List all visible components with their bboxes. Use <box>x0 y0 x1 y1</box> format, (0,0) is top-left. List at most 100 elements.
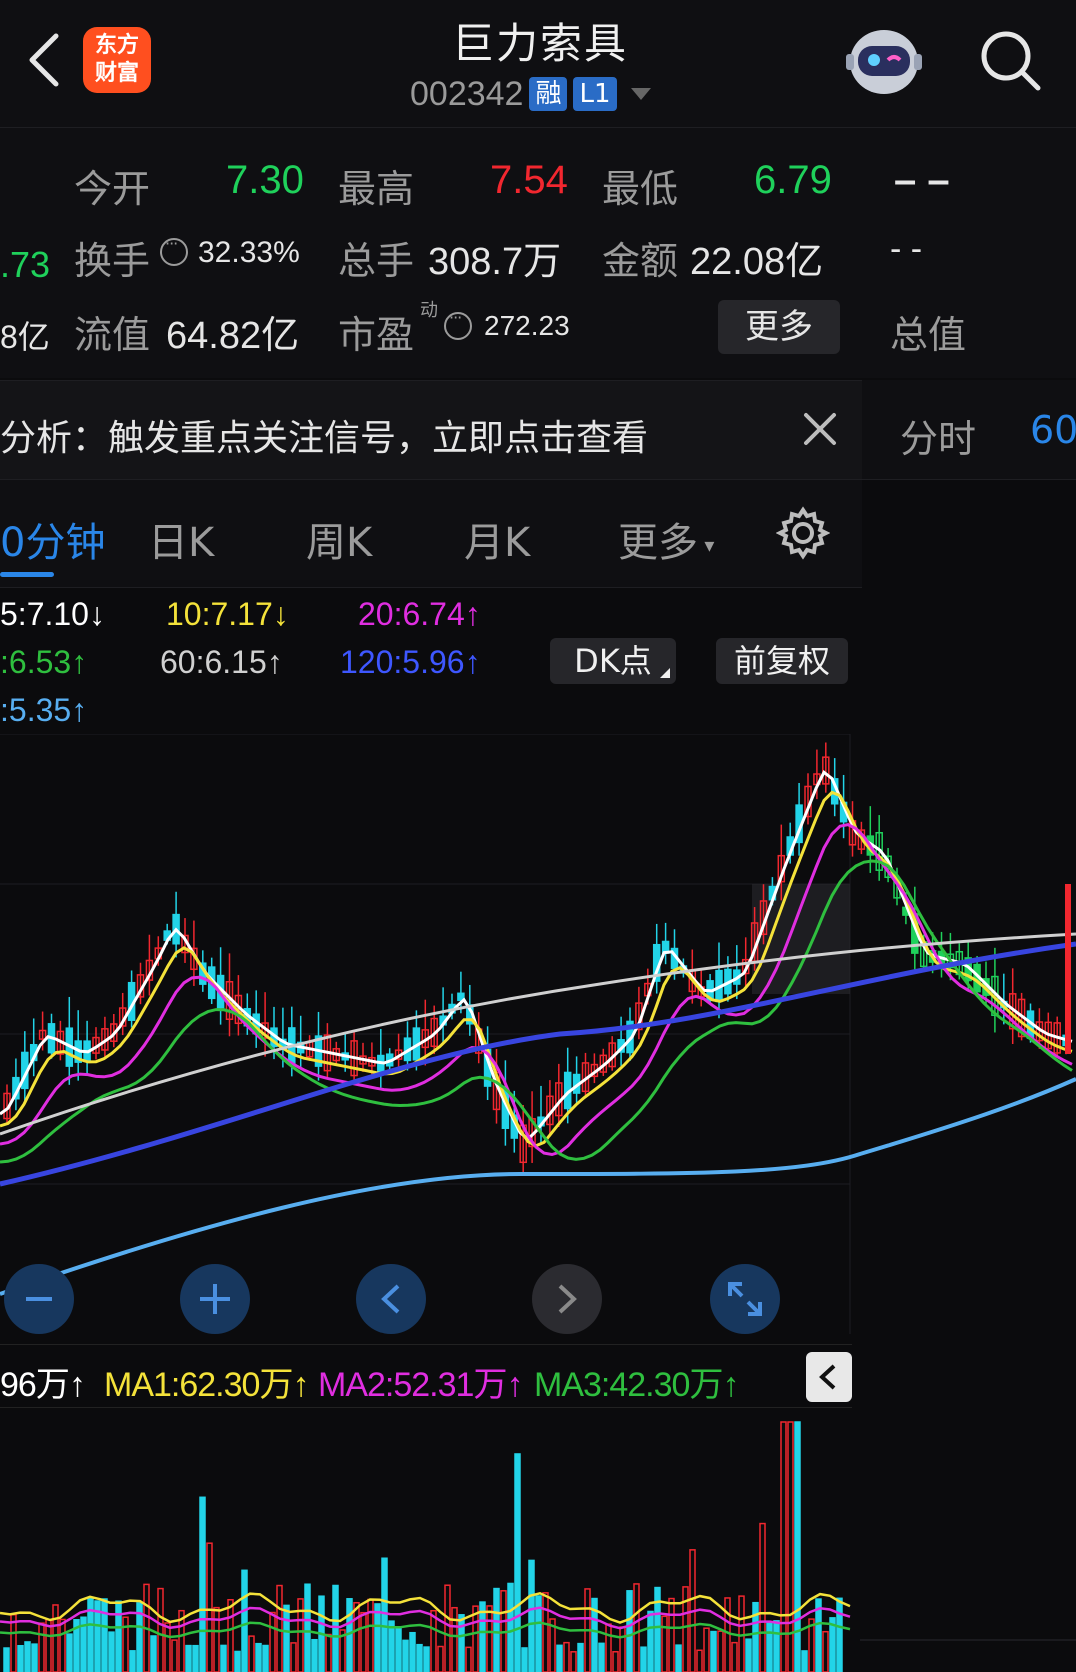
volume-bar <box>220 1644 227 1672</box>
volume-bar <box>108 1631 115 1672</box>
open-label: 今开 <box>74 167 151 211</box>
dropdown-triangle-icon[interactable] <box>630 88 651 100</box>
expand-icon <box>728 1282 762 1316</box>
volume-bar <box>710 1630 717 1672</box>
volume-bar <box>374 1603 381 1672</box>
gear-icon[interactable] <box>776 506 830 560</box>
volume-bar <box>3 1647 10 1672</box>
volume-bar <box>668 1597 675 1672</box>
float-value: 64.82亿 <box>166 315 300 357</box>
left-edge-value-2: 8亿 <box>0 319 50 355</box>
indicator-toggle-button[interactable] <box>806 1352 852 1402</box>
robot-avatar-icon[interactable] <box>842 22 926 102</box>
volume-bar <box>66 1633 73 1672</box>
volume-bar <box>745 1638 752 1672</box>
volume-bar <box>248 1635 255 1672</box>
zoom-in-icon <box>200 1284 230 1314</box>
chevron-right-icon <box>558 1284 577 1314</box>
tab-week-k[interactable]: 周K <box>306 510 372 568</box>
volume-bar <box>129 1650 136 1672</box>
volume-bar <box>17 1644 24 1672</box>
ma5-value: 5:7.10↓ <box>0 596 105 632</box>
volume-bar <box>255 1642 262 1672</box>
total-value-label: 总值 <box>890 313 967 357</box>
dk-point-button[interactable]: DK点 <box>550 638 676 684</box>
volume-bar <box>521 1647 528 1672</box>
volume-bar <box>416 1643 423 1672</box>
volume-bar <box>458 1614 465 1672</box>
ma60-value: 60:6.15↑ <box>160 644 283 680</box>
scroll-right-button[interactable] <box>532 1264 602 1334</box>
tab-more[interactable]: 更多 ▾ <box>618 510 714 568</box>
volume-bar <box>612 1651 619 1672</box>
info-icon[interactable] <box>444 308 472 340</box>
volume-bar <box>703 1627 710 1672</box>
pe-value: 272.23 <box>484 310 570 341</box>
volume-bar <box>766 1621 773 1672</box>
volume-bar <box>283 1604 290 1672</box>
left-edge-value-1: .73 <box>0 244 51 285</box>
close-icon[interactable] <box>800 409 840 449</box>
volume-ma2: MA2:52.31万↑ <box>318 1366 523 1404</box>
volume-bar <box>507 1582 514 1672</box>
volume-ma3: MA3:42.30万↑ <box>534 1366 739 1404</box>
scroll-left-button[interactable] <box>356 1264 426 1334</box>
search-icon[interactable] <box>978 28 1044 94</box>
volume-bar <box>801 1650 808 1672</box>
chart-mode-tabs: 分时 60 <box>862 380 1076 480</box>
volume-bar <box>353 1601 360 1672</box>
tab-minute-period[interactable]: 0分钟 <box>0 510 105 568</box>
volume-bar <box>213 1606 220 1672</box>
volume-bar <box>444 1584 451 1672</box>
active-tab-underline <box>0 572 54 577</box>
volume-bar <box>192 1644 199 1672</box>
volume-bar <box>451 1606 458 1672</box>
volume-bar <box>101 1598 108 1672</box>
ma-line <box>0 769 1073 1142</box>
signal-banner[interactable]: 分析：触发重点关注信号，立即点击查看 <box>0 380 862 480</box>
volume-bar <box>577 1642 584 1672</box>
info-icon[interactable] <box>160 234 188 266</box>
zoom-in-button[interactable] <box>180 1264 250 1334</box>
low-label: 最低 <box>602 167 679 211</box>
volume-bar <box>304 1583 311 1672</box>
volume-bar <box>633 1583 640 1672</box>
chevron-left-icon <box>819 1364 836 1390</box>
adjust-button[interactable]: 前复权 <box>716 638 848 684</box>
tab-timeshare[interactable]: 分时 <box>900 408 976 463</box>
signal-text[interactable]: 分析：触发重点关注信号，立即点击查看 <box>0 409 648 461</box>
header-bar: 东方 财富 巨力索具 002342 融 L1 <box>0 0 1076 128</box>
volume-bar <box>598 1642 605 1672</box>
fullscreen-button[interactable] <box>710 1264 780 1334</box>
tab-day-k[interactable]: 日K <box>148 510 214 568</box>
volume-bar <box>794 1421 801 1672</box>
volume-bar <box>675 1644 682 1672</box>
volume-value: 308.7万 <box>428 241 562 283</box>
low-value: 6.79 <box>754 158 832 202</box>
volume-bar <box>157 1587 164 1672</box>
zoom-out-button[interactable] <box>4 1264 74 1334</box>
stock-code-row[interactable]: 002342 融 L1 <box>410 74 651 114</box>
volume-bar <box>115 1600 122 1672</box>
volume-bar <box>563 1641 570 1672</box>
volume-label: 总手 <box>338 239 415 283</box>
volume-bar <box>332 1584 339 1672</box>
quote-panel: .73 8亿 今开 7.30 最高 7.54 最低 6.79 换手 32.33%… <box>0 128 862 378</box>
stock-name[interactable]: 巨力索具 <box>380 10 700 71</box>
volume-bar <box>381 1557 388 1672</box>
volume-bar <box>171 1639 178 1672</box>
tab-month-k[interactable]: 月K <box>464 510 530 568</box>
volume-bar <box>514 1453 521 1672</box>
volume-bar <box>759 1522 766 1672</box>
volume-bar <box>234 1650 241 1672</box>
kline-chart[interactable] <box>0 734 1076 1334</box>
volume-bar <box>619 1626 626 1672</box>
more-button[interactable]: 更多 <box>718 300 840 354</box>
quote-panel-right: – – - - 总值 <box>862 128 1076 378</box>
tab-60min[interactable]: 60 <box>1030 408 1076 452</box>
app-logo: 东方 财富 <box>83 27 151 93</box>
volume-bar <box>626 1590 633 1672</box>
high-value: 7.54 <box>490 158 568 202</box>
volume-bar <box>430 1609 437 1672</box>
back-arrow-icon[interactable] <box>24 30 64 90</box>
